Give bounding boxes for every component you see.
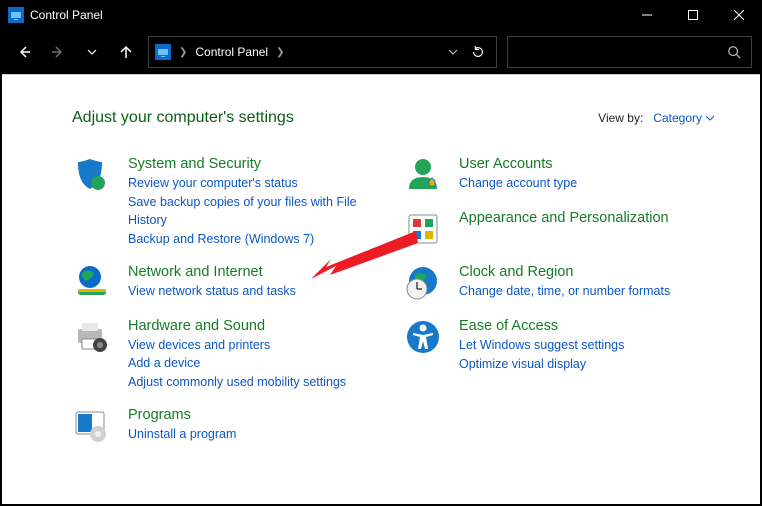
control-panel-icon xyxy=(8,7,24,23)
category-clock-region[interactable]: Clock and Region xyxy=(459,263,670,282)
refresh-button[interactable] xyxy=(466,40,490,64)
link[interactable]: Review your computer's status xyxy=(128,174,383,193)
link[interactable]: Backup and Restore (Windows 7) xyxy=(128,230,383,249)
control-panel-icon xyxy=(155,44,171,60)
clock-icon xyxy=(403,263,443,303)
category-user-accounts[interactable]: User Accounts xyxy=(459,155,577,174)
page-title: Adjust your computer's settings xyxy=(72,109,294,127)
close-button[interactable] xyxy=(716,0,762,30)
link[interactable]: Save backup copies of your files with Fi… xyxy=(128,193,383,231)
viewby-dropdown[interactable]: Category xyxy=(653,111,714,125)
link[interactable]: Uninstall a program xyxy=(128,425,236,444)
viewby-label: View by: xyxy=(598,111,643,125)
back-button[interactable] xyxy=(12,40,36,64)
search-icon xyxy=(727,45,741,59)
window-title: Control Panel xyxy=(30,8,103,22)
chevron-down-icon xyxy=(706,114,714,122)
category-appearance[interactable]: Appearance and Personalization xyxy=(459,209,669,228)
window: Control Panel ❯ Control Panel ❯ xyxy=(0,0,762,506)
category-network-internet[interactable]: Network and Internet xyxy=(128,263,296,282)
titlebar: Control Panel xyxy=(0,0,762,30)
category-hardware-sound[interactable]: Hardware and Sound xyxy=(128,317,346,336)
breadcrumb[interactable]: Control Panel xyxy=(195,45,268,59)
search-input[interactable] xyxy=(507,36,752,68)
category-system-security[interactable]: System and Security xyxy=(128,155,383,174)
link[interactable]: Optimize visual display xyxy=(459,355,624,374)
chevron-right-icon[interactable]: ❯ xyxy=(276,47,284,58)
address-dropdown[interactable] xyxy=(448,45,458,60)
maximize-button[interactable] xyxy=(670,0,716,30)
accessibility-icon xyxy=(403,317,443,357)
address-bar[interactable]: ❯ Control Panel ❯ xyxy=(148,36,497,68)
minimize-button[interactable] xyxy=(624,0,670,30)
category-programs[interactable]: Programs xyxy=(128,406,236,425)
recent-dropdown[interactable] xyxy=(80,40,104,64)
link[interactable]: View devices and printers xyxy=(128,336,346,355)
link[interactable]: Let Windows suggest settings xyxy=(459,336,624,355)
link[interactable]: Add a device xyxy=(128,354,346,373)
link[interactable]: Change account type xyxy=(459,174,577,193)
content-area: Adjust your computer's settings View by:… xyxy=(2,74,760,504)
link[interactable]: Change date, time, or number formats xyxy=(459,282,670,301)
link[interactable]: View network status and tasks xyxy=(128,282,296,301)
category-ease-access[interactable]: Ease of Access xyxy=(459,317,624,336)
printer-icon xyxy=(72,317,112,357)
up-button[interactable] xyxy=(114,40,138,64)
personalization-icon xyxy=(403,209,443,249)
chevron-right-icon[interactable]: ❯ xyxy=(179,47,187,58)
shield-icon xyxy=(72,155,112,195)
globe-icon xyxy=(72,263,112,303)
programs-icon xyxy=(72,406,112,446)
link[interactable]: Adjust commonly used mobility settings xyxy=(128,373,346,392)
navbar: ❯ Control Panel ❯ xyxy=(0,30,762,80)
user-icon xyxy=(403,155,443,195)
forward-button[interactable] xyxy=(46,40,70,64)
